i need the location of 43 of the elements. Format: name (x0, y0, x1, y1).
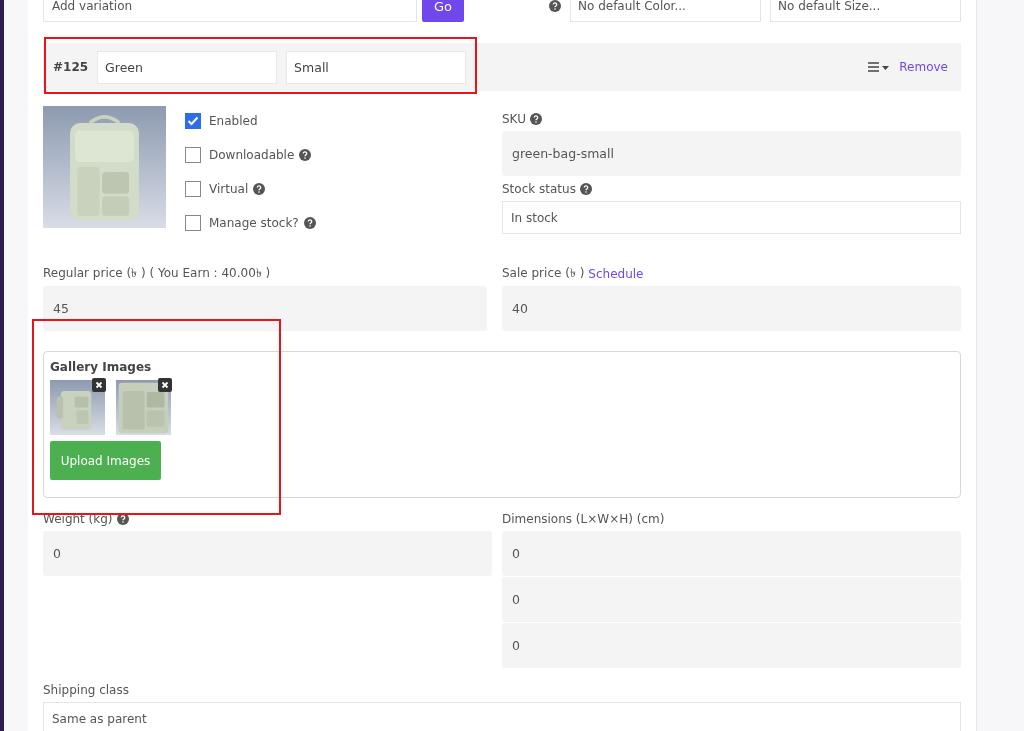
checkbox[interactable] (185, 214, 201, 231)
go-button[interactable]: Go (422, 0, 464, 22)
help-icon[interactable] (253, 182, 266, 195)
menu-icon[interactable] (868, 62, 891, 72)
add-variation-field[interactable]: Add variation (43, 0, 417, 22)
field-label: Stock status (502, 181, 576, 196)
regular-price-field[interactable]: 45 (43, 286, 487, 331)
checkbox[interactable] (185, 180, 201, 197)
close-icon[interactable] (92, 378, 106, 392)
dimension-field[interactable]: 0 (502, 531, 961, 576)
help-icon[interactable] (529, 112, 542, 125)
sale-price-field[interactable]: 40 (502, 286, 961, 331)
attribute-field[interactable]: Green (97, 50, 278, 84)
variation-number: #125 (53, 60, 89, 74)
field-label: Shipping class (43, 682, 129, 697)
help-icon[interactable] (303, 216, 316, 229)
sku-field[interactable]: green-bag-small (502, 131, 961, 176)
remove-link[interactable]: Remove (899, 60, 948, 74)
stock-status-select[interactable]: In stock (502, 201, 961, 234)
field-label: SKU (502, 111, 526, 126)
option-label: Virtual (209, 181, 249, 196)
help-icon[interactable] (299, 148, 312, 161)
option-label: Downloadable (209, 147, 295, 162)
weight-field[interactable]: 0 (43, 531, 492, 576)
attribute-select[interactable]: No default Size... (770, 0, 961, 22)
option-label: Enabled (209, 113, 258, 128)
checkbox[interactable] (185, 146, 201, 163)
attribute-field[interactable]: Small (286, 50, 467, 84)
attribute-select[interactable]: No default Color... (570, 0, 761, 22)
field-label: Sale price (৳ ) (502, 264, 585, 282)
help-icon[interactable] (549, 0, 561, 12)
checkbox[interactable] (185, 112, 201, 129)
option-label: Manage stock? (209, 215, 299, 230)
field-label: Regular price (৳ ) ( You Earn : 40.00৳ ) (43, 264, 271, 282)
gallery-title: Gallery Images (50, 360, 153, 374)
shipping-class-select[interactable]: Same as parent (43, 702, 961, 731)
help-icon[interactable] (116, 512, 129, 525)
dimension-field[interactable]: 0 (502, 577, 961, 622)
dimension-field[interactable]: 0 (502, 623, 961, 668)
schedule-link[interactable]: Schedule (588, 266, 644, 281)
help-icon[interactable] (579, 182, 592, 195)
field-label: Dimensions (L×W×H) (cm) (502, 511, 665, 526)
close-icon[interactable] (158, 378, 172, 392)
